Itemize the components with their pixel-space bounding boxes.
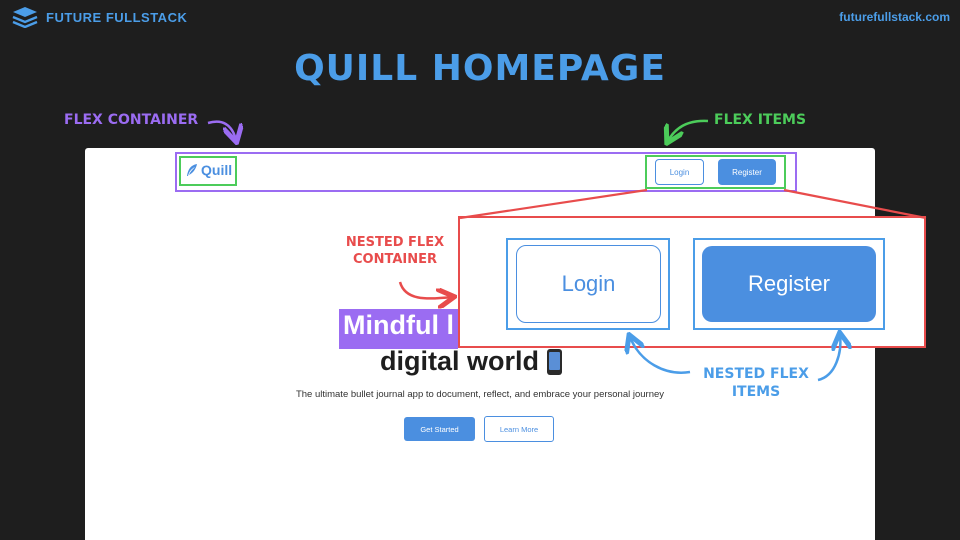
- zoom-login-button[interactable]: Login: [516, 245, 661, 323]
- quill-logo[interactable]: Quill: [186, 162, 232, 178]
- hero-title-line2: digital world: [380, 346, 562, 377]
- feather-icon: [187, 164, 197, 176]
- brand-name: FUTURE FULLSTACK: [46, 9, 188, 25]
- get-started-button[interactable]: Get Started: [404, 417, 475, 441]
- slide-title: QUILL HOMEPAGE: [294, 48, 666, 89]
- nested-flex-container-label: NESTED FLEX CONTAINER: [336, 234, 454, 268]
- nav-register-button[interactable]: Register: [718, 159, 776, 185]
- nested-flex-items-label: NESTED FLEX ITEMS: [688, 365, 824, 401]
- quill-logo-text: Quill: [201, 162, 233, 178]
- nav-login-button[interactable]: Login: [655, 159, 704, 185]
- zoom-register-button[interactable]: Register: [702, 246, 876, 322]
- learn-more-button[interactable]: Learn More: [484, 416, 554, 442]
- stacked-layers-icon: [12, 7, 38, 28]
- nested-flex-items-label-line1: NESTED FLEX: [703, 366, 809, 382]
- flex-items-arrow: [668, 119, 709, 141]
- mobile-phone-icon: [547, 348, 562, 375]
- flex-container-label: FLEX CONTAINER: [64, 112, 199, 128]
- nested-flex-items-label-line2: ITEMS: [731, 384, 781, 400]
- brand: FUTURE FULLSTACK: [12, 6, 187, 28]
- nested-flex-container-label-line2: CONTAINER: [353, 252, 437, 267]
- site-url[interactable]: futurefullstack.com: [839, 10, 950, 24]
- hero-title-line2-text: digital world: [380, 346, 539, 376]
- flex-container-arrow: [207, 120, 236, 140]
- hero-title-line1: Mindful l: [343, 310, 454, 340]
- flex-items-label: FLEX ITEMS: [714, 112, 807, 128]
- nested-flex-container-label-line1: NESTED FLEX: [345, 235, 445, 250]
